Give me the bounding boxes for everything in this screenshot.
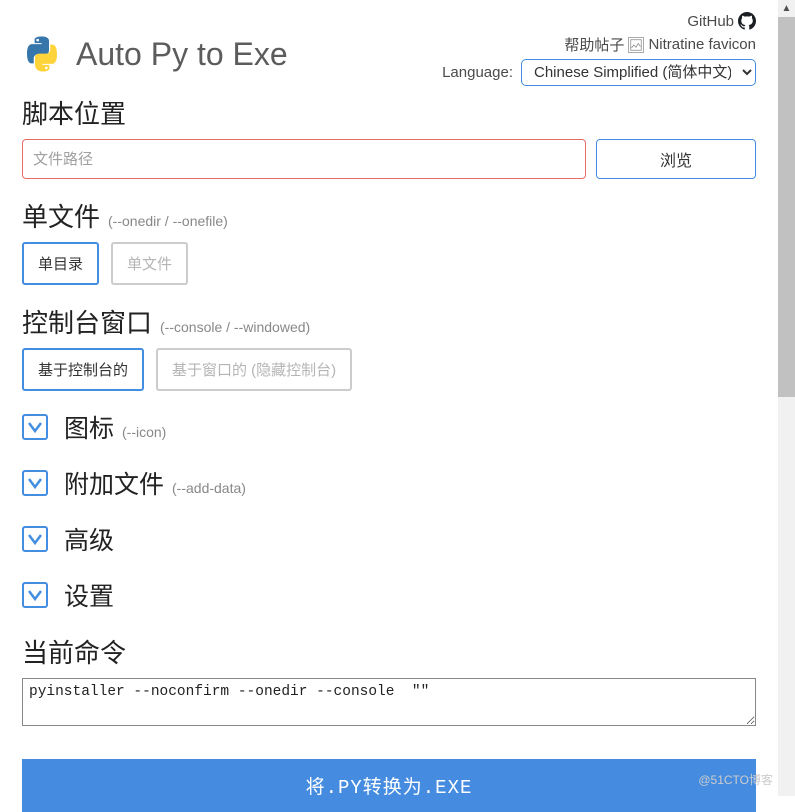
expand-toggle[interactable] xyxy=(22,582,48,608)
console-option[interactable]: 基于控制台的 xyxy=(22,348,144,391)
page-title: Auto Py to Exe xyxy=(76,36,288,73)
collapse-hint: (--icon) xyxy=(122,424,166,440)
script-location-title: 脚本位置 xyxy=(22,94,756,131)
favicon-text: Nitratine favicon xyxy=(648,36,756,53)
expand-toggle[interactable] xyxy=(22,414,48,440)
scroll-up-icon[interactable]: ▲ xyxy=(778,0,795,17)
collapse-row: 图标 (--icon) xyxy=(22,409,756,445)
scrollbar-thumb[interactable] xyxy=(778,17,795,397)
windowed-option[interactable]: 基于窗口的 (隐藏控制台) xyxy=(156,348,352,391)
python-logo-icon xyxy=(22,34,62,74)
expand-toggle[interactable] xyxy=(22,526,48,552)
collapse-label: 附加文件 xyxy=(64,465,164,501)
command-title: 当前命令 xyxy=(22,633,756,670)
collapse-row: 高级 xyxy=(22,521,756,557)
collapse-row: 附加文件 (--add-data) xyxy=(22,465,756,501)
onedir-option[interactable]: 单目录 xyxy=(22,242,99,285)
script-path-input[interactable] xyxy=(22,139,586,179)
console-hint: (--console / --windowed) xyxy=(160,319,310,335)
browse-button[interactable]: 浏览 xyxy=(596,139,756,179)
language-select[interactable]: Chinese Simplified (简体中文) xyxy=(521,59,756,86)
collapse-row: 设置 xyxy=(22,577,756,613)
expand-toggle[interactable] xyxy=(22,470,48,496)
onefile-hint: (--onedir / --onefile) xyxy=(108,213,228,229)
github-link[interactable]: GitHub xyxy=(687,13,734,30)
broken-image-icon xyxy=(628,37,644,53)
collapse-label: 高级 xyxy=(64,521,114,557)
help-link[interactable]: 帮助帖子 xyxy=(564,34,624,55)
command-textarea[interactable] xyxy=(22,678,756,726)
scrollbar[interactable]: ▲ xyxy=(778,0,795,796)
onefile-title: 单文件 xyxy=(22,197,100,234)
onefile-option[interactable]: 单文件 xyxy=(111,242,188,285)
onefile-section: 单文件 (--onedir / --onefile) 单目录 单文件 xyxy=(22,197,756,285)
language-label: Language: xyxy=(442,64,513,81)
collapse-label: 设置 xyxy=(64,577,114,613)
github-icon[interactable] xyxy=(738,12,756,30)
watermark: @51CTO博客 xyxy=(698,771,773,788)
collapse-hint: (--add-data) xyxy=(172,480,246,496)
collapse-label: 图标 xyxy=(64,409,114,445)
console-section: 控制台窗口 (--console / --windowed) 基于控制台的 基于… xyxy=(22,303,756,391)
script-location-section: 脚本位置 浏览 xyxy=(22,94,756,179)
convert-button[interactable]: 将.PY转换为.EXE xyxy=(22,759,756,812)
console-title: 控制台窗口 xyxy=(22,303,152,340)
command-section: 当前命令 xyxy=(22,633,756,731)
